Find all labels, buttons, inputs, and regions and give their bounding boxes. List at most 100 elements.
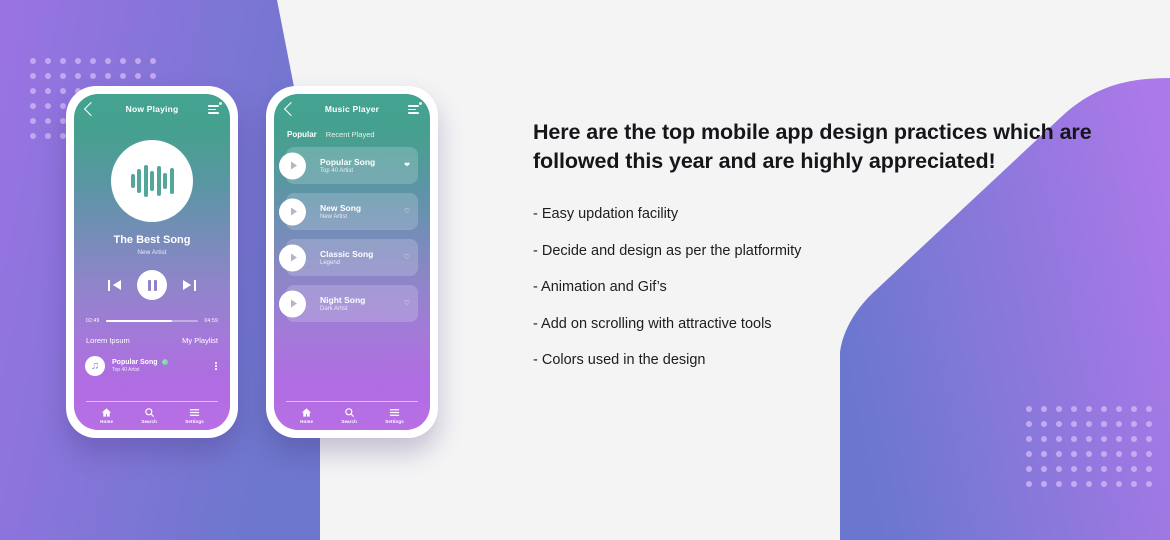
elapsed-time: 02:49 [86, 318, 100, 324]
tab-recent-played[interactable]: Recent Played [326, 130, 375, 139]
home-icon [101, 407, 112, 418]
track-title: Night Song [320, 295, 366, 305]
chevron-left-icon[interactable] [83, 101, 99, 117]
decorative-dot [30, 58, 36, 64]
search-icon [344, 407, 355, 418]
decorative-dot [1131, 406, 1137, 412]
decorative-dot [30, 73, 36, 79]
tab-popular[interactable]: Popular [287, 130, 317, 139]
music-player-screen: Music Player Popular Recent Played Popul… [274, 94, 430, 430]
heart-outline-icon[interactable]: ♡ [404, 208, 410, 215]
decorative-dot [1086, 451, 1092, 457]
bottom-nav-now-playing: Home Search Settings [86, 400, 218, 431]
decorative-dot [1086, 466, 1092, 472]
decorative-dot [1101, 481, 1107, 487]
music-note-icon: ♫ [85, 356, 105, 376]
list-menu-icon[interactable] [408, 102, 422, 114]
track-texts: Popular Song Top 40 Artist [320, 157, 404, 174]
bottom-nav-music-player: Home Search Settings [286, 400, 418, 431]
skip-next-icon[interactable] [183, 279, 196, 292]
track-texts: New Song New Artist [320, 203, 404, 220]
decorative-dot [1101, 421, 1107, 427]
decorative-dot [105, 58, 111, 64]
nav-item-home[interactable]: Home [100, 407, 114, 424]
decorative-dot [1026, 406, 1032, 412]
decorative-dot [60, 73, 66, 79]
decorative-dot [1026, 421, 1032, 427]
decorative-dot [1116, 406, 1122, 412]
nav-item-settings[interactable]: Settings [385, 407, 404, 424]
decorative-dot [120, 73, 126, 79]
track-artist: Legend [320, 260, 341, 266]
home-icon [301, 407, 312, 418]
decorative-dot [30, 118, 36, 124]
kebab-menu-icon[interactable] [213, 360, 219, 372]
meta-left-label[interactable]: Lorem Ipsum [86, 336, 130, 345]
play-icon[interactable] [279, 244, 306, 271]
nav-item-search[interactable]: Search [141, 407, 157, 424]
decorative-dot [1071, 481, 1077, 487]
heart-outline-icon[interactable]: ♡ [404, 254, 410, 261]
decorative-dot [1146, 481, 1152, 487]
nav-item-home[interactable]: Home [300, 407, 313, 424]
track-row[interactable]: Night Song Dark Artist ♡ [279, 285, 418, 322]
decorative-dot [1131, 481, 1137, 487]
decorative-dot [1056, 421, 1062, 427]
pause-icon[interactable] [137, 270, 167, 300]
decorative-dot [1071, 436, 1077, 442]
decorative-dot [1146, 406, 1152, 412]
queue-item-texts: Popular Song ✓ Top 40 Artist [112, 358, 206, 373]
phone-music-player: Music Player Popular Recent Played Popul… [266, 86, 438, 438]
queue-item[interactable]: ♫ Popular Song ✓ Top 40 Artist [74, 356, 230, 376]
queue-item-title: Popular Song [112, 358, 158, 366]
track-row[interactable]: Popular Song Top 40 Artist ❤ [279, 147, 418, 184]
meta-row: Lorem Ipsum My Playlist [74, 336, 230, 345]
decorative-dot [30, 133, 36, 139]
decorative-dot [1041, 481, 1047, 487]
skip-previous-icon[interactable] [108, 279, 121, 292]
decorative-dot [1041, 406, 1047, 412]
decorative-dot [1146, 421, 1152, 427]
decorative-dot [1041, 466, 1047, 472]
meta-right-label[interactable]: My Playlist [182, 336, 218, 345]
music-player-title: Music Player [324, 104, 380, 114]
list-item: - Colors used in the design [533, 352, 706, 369]
decorative-dot [1071, 451, 1077, 457]
decorative-dot [1026, 466, 1032, 472]
chevron-left-icon[interactable] [283, 101, 299, 117]
decorative-dot [90, 58, 96, 64]
nav-label-home: Home [100, 419, 114, 424]
heart-outline-icon[interactable]: ♡ [404, 300, 410, 307]
nav-item-search[interactable]: Search [341, 407, 357, 424]
seek-slider[interactable] [105, 320, 199, 322]
page-title: Here are the top mobile app design pract… [533, 120, 1092, 174]
track-list: Popular Song Top 40 Artist ❤ New Song Ne… [274, 139, 430, 322]
duration-time: 04:59 [204, 318, 218, 324]
decorative-dot [60, 103, 66, 109]
decorative-dot [1101, 466, 1107, 472]
decorative-dot [1056, 406, 1062, 412]
verified-check-icon: ✓ [161, 359, 168, 366]
list-item: - Animation and Gif’s [533, 279, 667, 296]
decorative-dot [1131, 436, 1137, 442]
track-texts: Night Song Dark Artist [320, 295, 404, 312]
nav-label-settings: Settings [185, 419, 204, 424]
nav-item-settings[interactable]: Settings [185, 407, 204, 424]
nav-label-settings: Settings [385, 419, 404, 424]
decorative-dot [1026, 451, 1032, 457]
list-menu-icon[interactable] [208, 102, 222, 114]
track-artist: Dark Artist [320, 306, 348, 312]
current-song-artist: New Artist [137, 249, 167, 256]
play-icon[interactable] [279, 152, 306, 179]
track-row[interactable]: New Song New Artist ♡ [279, 193, 418, 230]
play-icon[interactable] [279, 290, 306, 317]
decorative-dot [1101, 436, 1107, 442]
heart-filled-icon[interactable]: ❤ [404, 162, 410, 169]
decorative-dot [1056, 436, 1062, 442]
play-icon[interactable] [279, 198, 306, 225]
nav-label-search: Search [341, 419, 357, 424]
decorative-dot [1116, 451, 1122, 457]
menu-badge-dot [419, 102, 422, 105]
track-row[interactable]: Classic Song Legend ♡ [279, 239, 418, 276]
decorative-dot [150, 73, 156, 79]
